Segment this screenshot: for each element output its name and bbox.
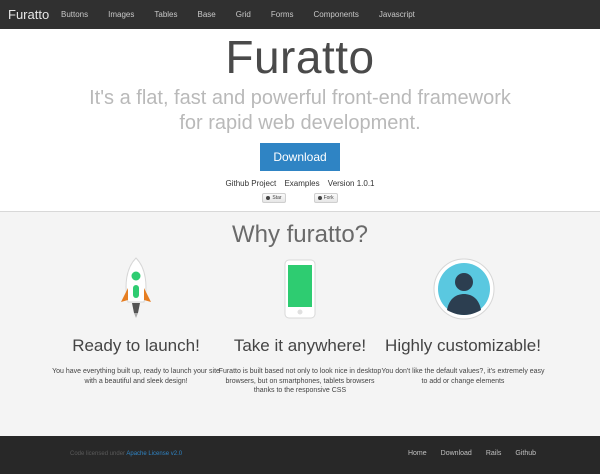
footer-links: Home Download Rails Github: [408, 450, 536, 457]
nav-item-images[interactable]: Images: [108, 10, 134, 19]
examples-link[interactable]: Examples: [284, 179, 319, 188]
license-link[interactable]: Apache License v2.0: [126, 451, 182, 457]
feature-title: Highly customizable!: [385, 336, 541, 355]
version-link[interactable]: Version 1.0.1: [328, 179, 375, 188]
features-section: Ready to launch! You have everything bui…: [0, 256, 600, 431]
nav-item-javascript[interactable]: Javascript: [379, 10, 415, 19]
nav-item-buttons[interactable]: Buttons: [61, 10, 88, 19]
github-project-link[interactable]: Github Project: [226, 179, 277, 188]
github-star-button[interactable]: Star: [262, 193, 286, 203]
brand-logo[interactable]: Furatto: [0, 7, 61, 22]
nav-links: Buttons Images Tables Base Grid Forms Co…: [61, 10, 435, 19]
rocket-icon: [51, 256, 221, 336]
footer-link-home[interactable]: Home: [408, 450, 427, 457]
hero-title: Furatto: [225, 31, 375, 83]
fork-label: Fork: [323, 195, 334, 201]
github-buttons: Star Fork: [0, 193, 600, 203]
license-prefix: Code licensed under: [70, 451, 127, 457]
user-avatar-icon: [378, 256, 548, 336]
hero-section: Furatto It's a flat, fast and powerful f…: [0, 29, 600, 212]
feature-title: Ready to launch!: [72, 336, 200, 355]
license-text: Code licensed under Apache License v2.0: [70, 451, 182, 457]
feature-text: You have everything built up, ready to l…: [52, 368, 220, 385]
feature-text: Furatto is built based not only to look …: [218, 368, 382, 394]
hero-links: Github Project Examples Version 1.0.1: [0, 179, 600, 188]
nav-item-components[interactable]: Components: [314, 10, 359, 19]
why-heading: Why furatto?: [231, 221, 369, 248]
footer-link-github[interactable]: Github: [515, 450, 536, 457]
feature-launch: Ready to launch! You have everything bui…: [51, 256, 221, 386]
download-button[interactable]: Download: [260, 143, 340, 171]
feature-title: Take it anywhere!: [233, 336, 367, 355]
star-label: Star: [272, 195, 282, 201]
top-navbar: Furatto Buttons Images Tables Base Grid …: [0, 0, 600, 29]
github-fork-button[interactable]: Fork: [313, 193, 338, 203]
nav-item-base[interactable]: Base: [198, 10, 216, 19]
github-icon: [317, 196, 322, 200]
hero-subtitle: It's a flat, fast and powerful front-end…: [89, 87, 511, 134]
nav-item-tables[interactable]: Tables: [154, 10, 177, 19]
feature-anywhere: Take it anywhere! Furatto is built based…: [215, 256, 385, 396]
feature-text: You don't like the default values?, it's…: [381, 368, 545, 385]
github-icon: [266, 196, 271, 200]
nav-item-grid[interactable]: Grid: [236, 10, 251, 19]
smartphone-icon: [215, 256, 385, 336]
footer-link-download[interactable]: Download: [441, 450, 472, 457]
footer-link-rails[interactable]: Rails: [486, 450, 502, 457]
nav-item-forms[interactable]: Forms: [271, 10, 294, 19]
feature-customizable: Highly customizable! You don't like the …: [378, 256, 548, 386]
footer: Code licensed under Apache License v2.0 …: [0, 436, 600, 474]
